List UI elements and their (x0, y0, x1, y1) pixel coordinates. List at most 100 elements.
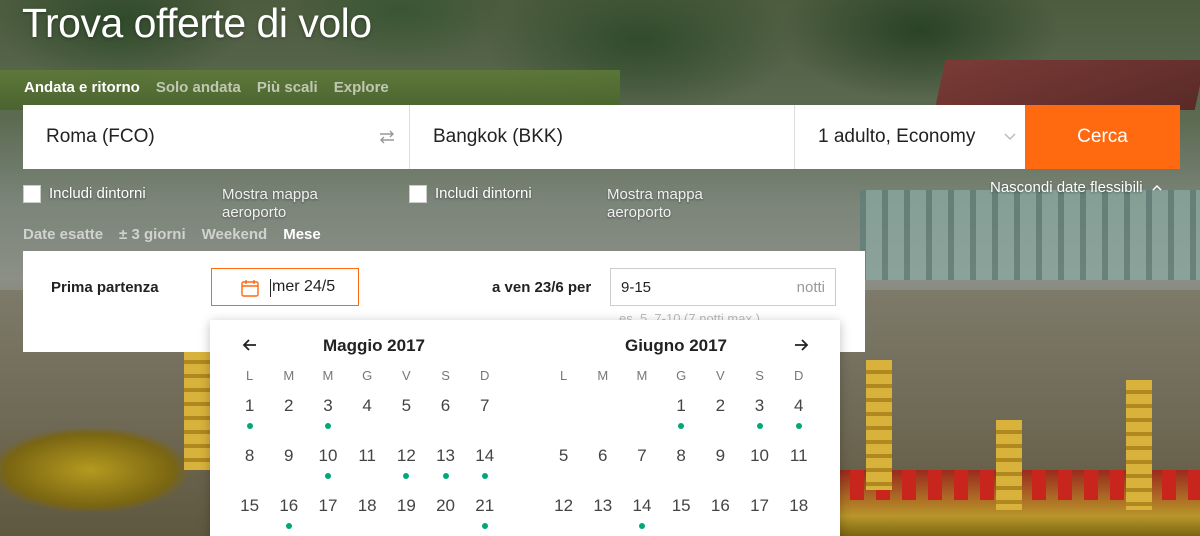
tab-plus-minus-3-days[interactable]: ± 3 giorni (119, 226, 186, 243)
destination-nearby-label: Includi dintorni (435, 185, 532, 202)
calendar-day[interactable]: 11 (779, 442, 818, 488)
calendar-day[interactable]: 15 (662, 492, 701, 536)
background-spire (866, 360, 892, 490)
background-spire (996, 420, 1022, 510)
tab-explore[interactable]: Explore (334, 79, 389, 96)
low-price-dot (481, 523, 488, 529)
chevron-up-icon (1152, 184, 1162, 191)
calendar-day[interactable]: 8 (662, 442, 701, 488)
weekday-header: M (636, 368, 648, 383)
weekday-header: V (716, 368, 725, 383)
origin-field[interactable]: Roma (FCO) (23, 105, 410, 169)
low-price-dot (481, 473, 488, 479)
weekday-header: M (597, 368, 609, 383)
destination-nearby-option[interactable]: Includi dintorni (409, 185, 532, 203)
hide-flexible-dates-toggle[interactable]: Nascondi date flessibili (990, 179, 1163, 196)
calendar-day[interactable]: 19 (387, 492, 426, 536)
origin-airport-map-link[interactable]: Mostra mappa aeroporto (222, 186, 342, 222)
calendar-day[interactable]: 7 (465, 392, 504, 438)
destination-field[interactable]: Bangkok (BKK) (410, 105, 795, 169)
calendar-day-number: 3 (754, 396, 765, 415)
calendar-day-number: 6 (598, 446, 608, 465)
calendar-day-number: 15 (240, 496, 260, 515)
calendar-day[interactable]: 20 (426, 492, 465, 536)
calendar-day[interactable]: 7 (622, 442, 661, 488)
arrow-right-icon[interactable] (792, 336, 810, 354)
calendar-day-number: 2 (715, 396, 726, 415)
first-departure-input[interactable]: mer 24/5 (211, 268, 359, 306)
tab-weekend[interactable]: Weekend (202, 226, 268, 243)
arrow-left-icon[interactable] (241, 336, 259, 354)
calendar-day[interactable]: 2 (701, 392, 740, 438)
calendar-day-number: 1 (676, 396, 686, 415)
calendar-day[interactable]: 3 (308, 392, 347, 438)
calendar-day[interactable]: 21 (465, 492, 504, 536)
calendar-day[interactable]: 17 (308, 492, 347, 536)
calendar-day[interactable]: 9 (701, 442, 740, 488)
calendar-day[interactable]: 2 (269, 392, 308, 438)
tab-month[interactable]: Mese (283, 226, 321, 243)
calendar-day[interactable]: 12 (387, 442, 426, 488)
calendar-day[interactable]: 18 (348, 492, 387, 536)
nights-input[interactable]: 9-15 notti (610, 268, 836, 306)
swap-icon[interactable] (377, 127, 397, 147)
calendar-day[interactable]: 17 (740, 492, 779, 536)
tab-multi-city[interactable]: Più scali (257, 79, 318, 96)
calendar-day[interactable]: 8 (230, 442, 269, 488)
calendar-day[interactable]: 6 (583, 442, 622, 488)
calendar-day[interactable]: 12 (544, 492, 583, 536)
search-button[interactable]: Cerca (1025, 105, 1180, 169)
passengers-cabin-select[interactable]: 1 adulto, Economy (795, 105, 1025, 169)
calendar-day[interactable]: 13 (426, 442, 465, 488)
low-price-dot (246, 423, 253, 429)
calendar-day-number: 9 (284, 446, 294, 465)
calendar-day-number: 10 (318, 446, 338, 465)
calendar-day[interactable]: 10 (740, 442, 779, 488)
month-title-june: Giugno 2017 (624, 336, 728, 355)
calendar-day-number: 6 (440, 396, 451, 415)
calendar-day[interactable]: 16 (701, 492, 740, 536)
calendar-day[interactable]: 1 (662, 392, 701, 438)
nights-unit: notti (796, 278, 825, 296)
calendar-day[interactable]: 16 (269, 492, 308, 536)
calendar-empty-cell (622, 392, 661, 438)
weekday-header: S (441, 368, 450, 383)
tab-round-trip[interactable]: Andata e ritorno (24, 79, 140, 96)
destination-nearby-checkbox[interactable] (409, 185, 427, 203)
calendar-day[interactable]: 1 (230, 392, 269, 438)
weekday-header: M (322, 368, 334, 383)
calendar-day[interactable]: 3 (740, 392, 779, 438)
calendar-day-number: 4 (362, 396, 372, 415)
calendar-day[interactable]: 18 (779, 492, 818, 536)
calendar-day-number: 1 (244, 396, 255, 415)
calendar-day[interactable]: 13 (583, 492, 622, 536)
calendar-day[interactable]: 4 (779, 392, 818, 438)
calendar-day[interactable]: 5 (544, 442, 583, 488)
weekday-header-row: LMMGVSD (544, 368, 818, 388)
destination-airport-map-link[interactable]: Mostra mappa aeroporto (607, 186, 727, 222)
background-spire (1126, 380, 1152, 510)
origin-nearby-checkbox[interactable] (23, 185, 41, 203)
weekday-header: V (402, 368, 411, 383)
low-price-dot (678, 423, 685, 429)
first-departure-value: mer 24/5 (272, 278, 336, 295)
calendar-empty-cell (544, 392, 583, 438)
calendar-day[interactable]: 15 (230, 492, 269, 536)
month-grid-may: L M M G V S D 1 2 3 4 5 6 7 8 9 10 11 12 13 14 15 16 17 18 19 20 21 (230, 368, 504, 536)
calendar-day-number: 10 (750, 446, 769, 465)
low-price-dot (285, 523, 292, 529)
tab-exact-dates[interactable]: Date esatte (23, 226, 103, 243)
calendar-day[interactable]: 5 (387, 392, 426, 438)
calendar-day-number: 16 (710, 496, 730, 515)
origin-nearby-option[interactable]: Includi dintorni (23, 185, 146, 203)
calendar-day[interactable]: 10 (308, 442, 347, 488)
calendar-day[interactable]: 14 (622, 492, 661, 536)
calendar-day[interactable]: 9 (269, 442, 308, 488)
calendar-day[interactable]: 6 (426, 392, 465, 438)
tab-one-way[interactable]: Solo andata (156, 79, 241, 96)
destination-value: Bangkok (BKK) (433, 126, 563, 147)
weekday-header: M (283, 368, 295, 383)
calendar-day[interactable]: 11 (348, 442, 387, 488)
calendar-day[interactable]: 4 (348, 392, 387, 438)
calendar-day[interactable]: 14 (465, 442, 504, 488)
